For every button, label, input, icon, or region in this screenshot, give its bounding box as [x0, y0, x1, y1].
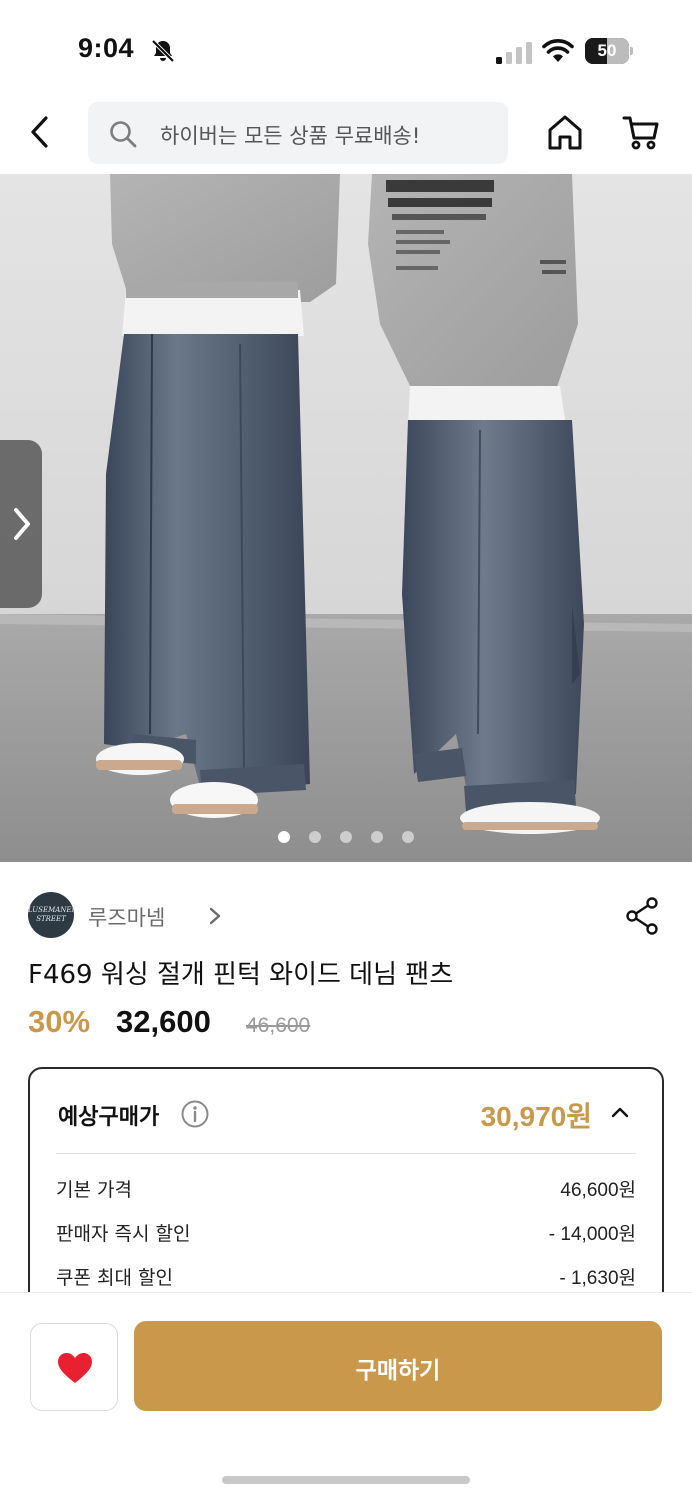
breakdown-label: 판매자 즉시 할인 — [56, 1223, 191, 1245]
wifi-icon — [542, 39, 574, 62]
pagination-dot[interactable] — [309, 831, 321, 843]
sale-price: 32,600 — [116, 1004, 211, 1039]
pagination-dot[interactable] — [278, 831, 290, 843]
gallery-next-button[interactable] — [0, 440, 42, 608]
chevron-up-icon[interactable] — [610, 1105, 630, 1119]
purchase-bar: 구매하기 — [0, 1292, 692, 1500]
buy-button[interactable]: 구매하기 — [134, 1321, 662, 1411]
seller-logo-text: LUSEMANEM STREET — [28, 906, 74, 923]
back-icon[interactable] — [22, 112, 58, 152]
home-indicator — [222, 1476, 470, 1484]
breakdown-value: 46,600원 — [560, 1180, 636, 1201]
heart-icon — [58, 1353, 92, 1383]
share-icon[interactable] — [624, 896, 660, 936]
pagination-dot[interactable] — [371, 831, 383, 843]
cart-icon[interactable] — [622, 114, 660, 152]
search-icon — [110, 121, 137, 148]
expected-price-panel: 예상구매가 30,970원 기본 가격 46,600원 판매자 즉시 할인 - … — [28, 1067, 664, 1327]
product-photo — [0, 174, 692, 862]
buy-button-label: 구매하기 — [355, 1358, 441, 1384]
pagination-dot[interactable] — [340, 831, 352, 843]
gallery-pagination — [0, 826, 692, 846]
search-input[interactable]: 하이버는 모든 상품 무료배송! — [88, 102, 508, 164]
chevron-right-icon — [14, 508, 30, 540]
price-row: 30% 32,600 46,600 — [28, 1002, 668, 1046]
breakdown-row-coupon-discount: 쿠폰 최대 할인 - 1,630원 — [56, 1263, 636, 1293]
chevron-right-icon — [209, 907, 221, 925]
breakdown-value: - 14,000원 — [548, 1224, 636, 1245]
product-image-gallery[interactable] — [0, 174, 692, 862]
battery-percent: 50 — [597, 41, 617, 60]
bell-off-icon — [151, 39, 175, 63]
breakdown-label: 쿠폰 최대 할인 — [56, 1267, 173, 1289]
original-price: 46,600 — [246, 1014, 311, 1037]
breakdown-row-seller-discount: 판매자 즉시 할인 - 14,000원 — [56, 1219, 636, 1249]
status-bar: 9:04 50 — [0, 0, 692, 100]
discount-rate: 30% — [28, 1004, 91, 1039]
expected-price-value: 30,970원 — [480, 1101, 592, 1132]
seller-row[interactable]: LUSEMANEM STREET 루즈마넴 — [28, 890, 668, 940]
like-button[interactable] — [30, 1323, 118, 1411]
battery-indicator: 50 — [585, 38, 633, 64]
breakdown-value: - 1,630원 — [559, 1268, 636, 1289]
cellular-signal-icon — [496, 42, 532, 64]
search-placeholder: 하이버는 모든 상품 무료배송! — [160, 124, 421, 148]
info-icon[interactable] — [180, 1099, 210, 1129]
product-title: F469 워싱 절개 핀턱 와이드 데님 팬츠 — [28, 960, 454, 990]
breakdown-row-base-price: 기본 가격 46,600원 — [56, 1175, 636, 1205]
pagination-dot[interactable] — [402, 831, 414, 843]
status-time: 9:04 — [78, 33, 135, 63]
seller-name[interactable]: 루즈마넴 — [88, 902, 165, 932]
home-icon[interactable] — [546, 112, 584, 152]
expected-price-label: 예상구매가 — [58, 1105, 160, 1130]
divider — [56, 1153, 636, 1154]
breakdown-label: 기본 가격 — [56, 1179, 132, 1201]
seller-logo[interactable]: LUSEMANEM STREET — [28, 892, 74, 938]
top-nav: 하이버는 모든 상품 무료배송! — [0, 100, 692, 172]
